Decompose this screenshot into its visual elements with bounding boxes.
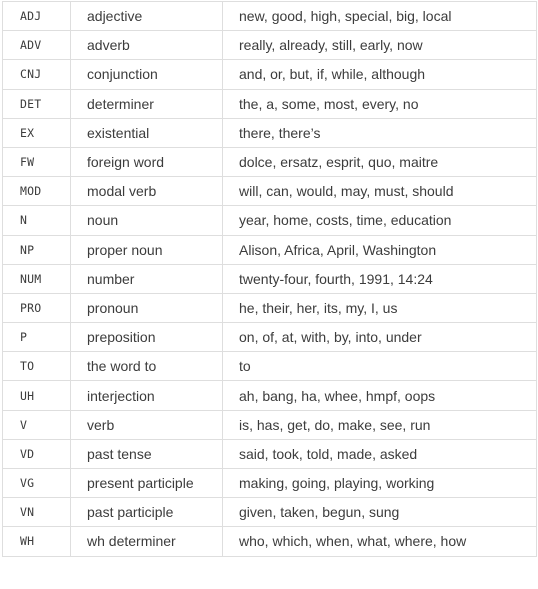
cell-tag: NP: [2, 234, 71, 265]
cell-tag: V: [2, 409, 71, 440]
cell-examples: on, of, at, with, by, into, under: [222, 322, 537, 353]
cell-tag: DET: [2, 88, 71, 119]
cell-examples: Alison, Africa, April, Washington: [222, 234, 537, 265]
cell-tag: PRO: [2, 292, 71, 324]
table-row: VN past participle given, taken, begun, su…: [2, 497, 537, 528]
cell-tag: EX: [2, 117, 71, 148]
cell-tag: TO: [2, 351, 71, 382]
cell-description: interjection: [70, 380, 223, 411]
cell-examples: twenty-four, fourth, 1991, 14:24: [222, 263, 537, 294]
cell-examples: and, or, but, if, while, although: [222, 59, 537, 90]
table-row: PRO pronoun he, their, her, its, my, I, us: [2, 292, 537, 324]
cell-tag: ADV: [2, 30, 71, 61]
table-row: DET determiner the, a, some, most, every, …: [2, 88, 537, 119]
table-row: UH interjection ah, bang, ha, whee, hmpf, …: [2, 380, 537, 411]
cell-examples: new, good, high, special, big, local: [222, 0, 537, 32]
table-row: CNJ conjunction and, or, but, if, while, a…: [2, 59, 537, 90]
cell-tag: ADJ: [2, 0, 71, 32]
table-row: VG present participle making, going, playi…: [2, 467, 537, 499]
cell-description: the word to: [70, 351, 223, 382]
table-row: FW foreign word dolce, ersatz, esprit, quo…: [2, 146, 537, 178]
cell-examples: ah, bang, ha, whee, hmpf, oops: [222, 380, 537, 411]
cell-examples: said, took, told, made, asked: [222, 438, 537, 470]
cell-description: foreign word: [70, 146, 223, 178]
cell-description: past participle: [70, 497, 223, 528]
cell-examples: making, going, playing, working: [222, 467, 537, 499]
cell-description: determiner: [70, 88, 223, 119]
cell-description: present participle: [70, 467, 223, 499]
cell-examples: will, can, would, may, must, should: [222, 176, 537, 207]
cell-examples: to: [222, 351, 537, 382]
cell-tag: VG: [2, 467, 71, 499]
table-row: NP proper noun Alison, Africa, April, Wash…: [2, 234, 537, 265]
cell-description: number: [70, 263, 223, 294]
cell-tag: UH: [2, 380, 71, 411]
table-row: ADJ adjective new, good, high, special, bi…: [2, 0, 537, 32]
cell-description: modal verb: [70, 176, 223, 207]
cell-description: proper noun: [70, 234, 223, 265]
cell-tag: FW: [2, 146, 71, 178]
cell-description: wh determiner: [70, 526, 223, 557]
cell-examples: is, has, get, do, make, see, run: [222, 409, 537, 440]
tagset-table-body: ADJ adjective new, good, high, special, bi…: [2, 0, 537, 557]
cell-description: existential: [70, 117, 223, 148]
cell-description: adjective: [70, 0, 223, 32]
table-row: VD past tense said, took, told, made, aske…: [2, 438, 537, 470]
cell-description: past tense: [70, 438, 223, 470]
cell-tag: NUM: [2, 263, 71, 294]
cell-examples: the, a, some, most, every, no: [222, 88, 537, 119]
cell-tag: CNJ: [2, 59, 71, 90]
cell-examples: there, there’s: [222, 117, 537, 148]
cell-description: preposition: [70, 322, 223, 353]
cell-tag: VD: [2, 438, 71, 470]
cell-tag: MOD: [2, 176, 71, 207]
cell-tag: WH: [2, 526, 71, 557]
cell-tag: N: [2, 205, 71, 236]
cell-tag: VN: [2, 497, 71, 528]
cell-examples: he, their, her, its, my, I, us: [222, 292, 537, 324]
cell-description: verb: [70, 409, 223, 440]
table-row: Ppreposition on, of, at, with, by, into, …: [2, 322, 537, 353]
cell-description: noun: [70, 205, 223, 236]
cell-tag: P: [2, 322, 71, 353]
cell-examples: dolce, ersatz, esprit, quo, maitre: [222, 146, 537, 178]
cell-examples: who, which, when, what, where, how: [222, 526, 537, 557]
cell-description: conjunction: [70, 59, 223, 90]
table-row: Nnoun year, home, costs, time, education: [2, 205, 537, 236]
table-row: MOD modal verb will, can, would, may, must…: [2, 176, 537, 207]
table-row: TO the word to to: [2, 351, 537, 382]
cell-description: pronoun: [70, 292, 223, 324]
cell-examples: given, taken, begun, sung: [222, 497, 537, 528]
table-row: EX existential there, there’s: [2, 117, 537, 148]
cell-examples: really, already, still, early, now: [222, 30, 537, 61]
cell-examples: year, home, costs, time, education: [222, 205, 537, 236]
table-row: NUM number twenty-four, fourth, 1991, 14:2…: [2, 263, 537, 294]
cell-description: adverb: [70, 30, 223, 61]
table-row: Vverb is, has, get, do, make, see, run: [2, 409, 537, 440]
pos-tagset-table: ADJ adjective new, good, high, special, bi…: [2, 0, 537, 557]
table-row: ADV adverb really, already, still, early, …: [2, 30, 537, 61]
table-row: WH wh determiner who, which, when, what, w…: [2, 526, 537, 557]
